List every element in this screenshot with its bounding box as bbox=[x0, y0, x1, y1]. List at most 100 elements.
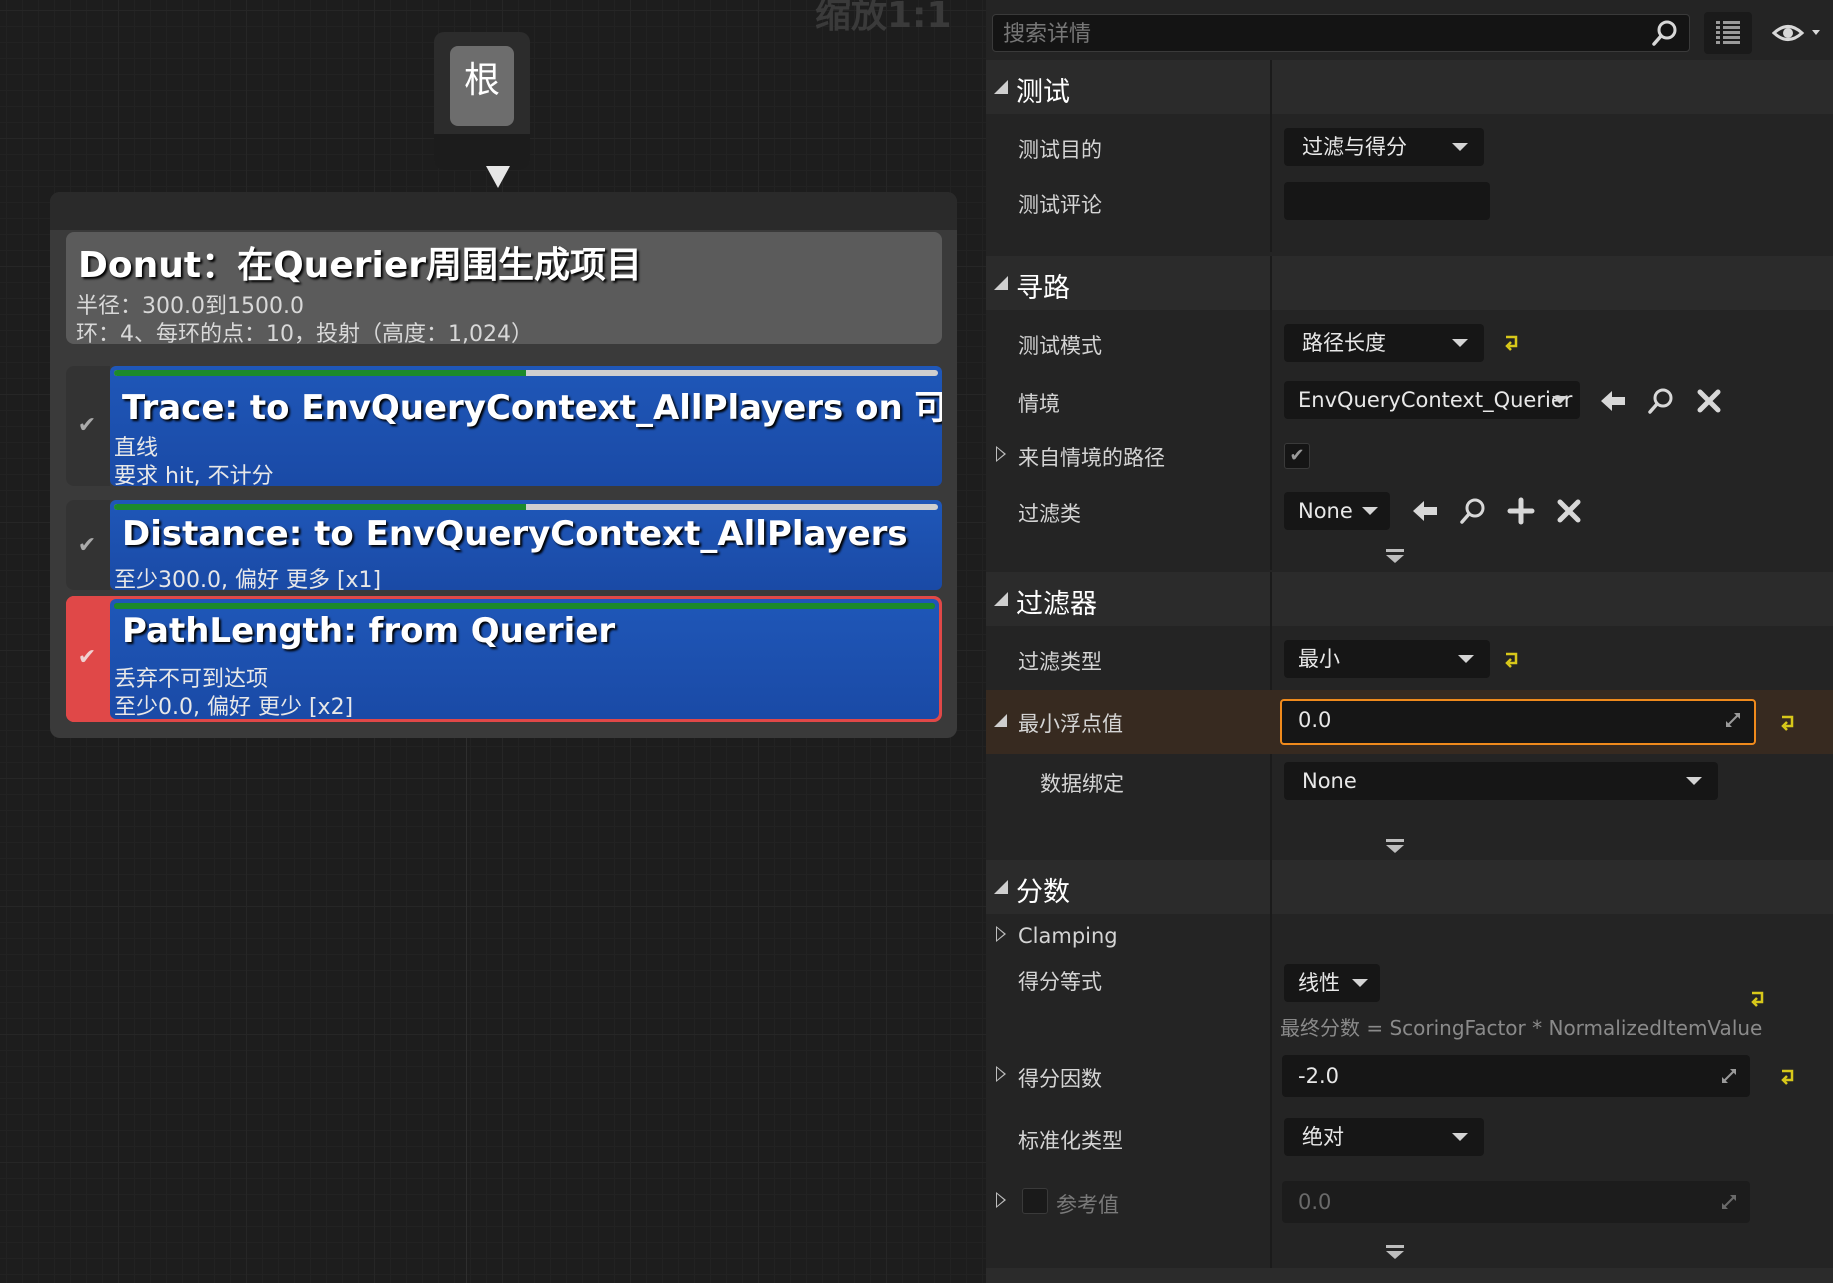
search-icon[interactable] bbox=[1651, 19, 1679, 47]
advanced-expand-icon[interactable] bbox=[1384, 1244, 1406, 1260]
normalization-type-combo[interactable]: 绝对 bbox=[1284, 1118, 1484, 1156]
chevron-down-icon bbox=[1362, 507, 1378, 515]
reference-value-input[interactable]: 0.0 bbox=[1282, 1181, 1750, 1223]
scoring-formula: 最终分数 = ScoringFactor * NormalizedItemVal… bbox=[1280, 1016, 1763, 1040]
view-options-button[interactable] bbox=[1704, 12, 1752, 54]
test-distance[interactable]: ✔ Distance: to EnvQueryContext_AllPlayer… bbox=[66, 500, 942, 590]
row-filter-type: 过滤类型 最小 bbox=[986, 634, 1833, 684]
expand-icon[interactable] bbox=[996, 926, 1006, 942]
chevron-down-icon bbox=[1352, 979, 1368, 987]
row-data-binding: 数据绑定 None bbox=[986, 756, 1833, 806]
expand-icon[interactable] bbox=[996, 1192, 1006, 1208]
row-label: 过滤类型 bbox=[1018, 650, 1102, 674]
search-bar[interactable] bbox=[992, 14, 1690, 53]
filter-type-combo[interactable]: 最小 bbox=[1284, 640, 1490, 678]
path-from-context-checkbox[interactable]: ✔ bbox=[1284, 443, 1310, 469]
generator-header[interactable]: Donut：在Querier周围生成项目 半径：300.0到1500.0 环：4… bbox=[66, 232, 942, 347]
browse-search-icon[interactable] bbox=[1646, 386, 1676, 416]
section-score[interactable]: 分数 bbox=[986, 860, 1833, 914]
section-pathfinding[interactable]: 寻路 bbox=[986, 256, 1833, 310]
test-title: PathLength: from Querier bbox=[122, 611, 616, 651]
details-panel: 测试 测试目的 过滤与得分 测试评论 寻路 测试模式 路径长度 情境 EnvQu… bbox=[986, 0, 1833, 1283]
clear-icon[interactable] bbox=[1694, 386, 1724, 416]
test-pathlength[interactable]: ✔ PathLength: from Querier 丢弃不可到达项 至少0.0… bbox=[66, 596, 942, 722]
advanced-expand-icon[interactable] bbox=[1384, 548, 1406, 564]
test-title: Trace: to EnvQueryContext_AllPlayers on … bbox=[122, 388, 942, 428]
expand-icon[interactable] bbox=[996, 1066, 1006, 1082]
combo-value: 最小 bbox=[1298, 647, 1340, 671]
input-value: 0.0 bbox=[1298, 1190, 1332, 1214]
advanced-expand-icon[interactable] bbox=[1384, 838, 1406, 854]
root-output-pin-area[interactable] bbox=[434, 134, 530, 170]
context-combo[interactable]: EnvQueryContext_Querier bbox=[1284, 381, 1580, 419]
reset-to-default-icon[interactable] bbox=[1748, 988, 1768, 1008]
row-label: 最小浮点值 bbox=[1018, 712, 1123, 736]
root-node[interactable]: 根 bbox=[434, 32, 530, 170]
row-path-from-context: 来自情境的路径 ✔ bbox=[986, 432, 1833, 478]
check-icon: ✔ bbox=[77, 413, 97, 438]
row-test-mode: 测试模式 路径长度 bbox=[986, 318, 1833, 368]
filter-class-combo[interactable]: None bbox=[1284, 492, 1390, 530]
test-body[interactable]: Trace: to EnvQueryContext_AllPlayers on … bbox=[110, 366, 942, 486]
row-test-purpose: 测试目的 过滤与得分 bbox=[986, 122, 1833, 172]
search-input[interactable] bbox=[1001, 15, 1605, 53]
row-clamping: Clamping bbox=[986, 918, 1833, 958]
score-bar-fill bbox=[114, 603, 935, 609]
list-icon bbox=[1716, 21, 1740, 44]
collapse-icon[interactable] bbox=[994, 714, 1007, 727]
collapse-icon bbox=[994, 276, 1008, 290]
combo-value: 线性 bbox=[1298, 971, 1340, 995]
chevron-down-icon bbox=[1458, 655, 1474, 663]
test-comment-input[interactable] bbox=[1284, 182, 1490, 220]
test-enable-toggle[interactable]: ✔ bbox=[66, 596, 110, 722]
expand-field-icon[interactable] bbox=[1720, 1067, 1738, 1085]
row-label: 来自情境的路径 bbox=[1018, 446, 1165, 470]
chevron-down-icon bbox=[1452, 1133, 1468, 1141]
reference-value-checkbox[interactable] bbox=[1022, 1188, 1048, 1214]
row-reference-value: 参考值 0.0 bbox=[986, 1176, 1833, 1228]
reset-to-default-icon[interactable] bbox=[1502, 332, 1522, 352]
reset-to-default-icon[interactable] bbox=[1778, 1066, 1798, 1086]
section-test[interactable]: 测试 bbox=[986, 60, 1833, 114]
min-float-input[interactable]: 0.0 bbox=[1280, 699, 1756, 745]
row-label: 测试评论 bbox=[1018, 193, 1102, 217]
test-trace[interactable]: ✔ Trace: to EnvQueryContext_AllPlayers o… bbox=[66, 366, 942, 486]
test-mode-combo[interactable]: 路径长度 bbox=[1284, 324, 1484, 362]
expand-icon[interactable] bbox=[996, 446, 1006, 462]
section-title: 测试 bbox=[1016, 77, 1070, 108]
combo-value: 路径长度 bbox=[1302, 331, 1386, 355]
section-filter[interactable]: 过滤器 bbox=[986, 572, 1833, 626]
arrow-left-icon[interactable] bbox=[1410, 496, 1440, 526]
input-value: -2.0 bbox=[1298, 1064, 1339, 1088]
test-title: Distance: to EnvQueryContext_AllPlayers bbox=[122, 514, 908, 554]
scoring-factor-input[interactable]: -2.0 bbox=[1282, 1055, 1750, 1097]
combo-value: EnvQueryContext_Querier bbox=[1298, 388, 1573, 412]
graph-editor[interactable]: 缩放1:1 根 Donut：在Querier周围生成项目 半径：300.0到15… bbox=[0, 0, 986, 1283]
clear-icon[interactable] bbox=[1554, 496, 1584, 526]
data-binding-combo[interactable]: None bbox=[1284, 762, 1718, 800]
generator-title: Donut：在Querier周围生成项目 bbox=[78, 245, 642, 286]
row-label: 得分因数 bbox=[1018, 1067, 1102, 1091]
test-enable-toggle[interactable]: ✔ bbox=[66, 500, 110, 590]
generator-node[interactable]: Donut：在Querier周围生成项目 半径：300.0到1500.0 环：4… bbox=[50, 192, 957, 738]
section-next[interactable] bbox=[986, 1268, 1833, 1283]
row-min-float: 最小浮点值 0.0 bbox=[986, 690, 1833, 754]
test-body[interactable]: PathLength: from Querier 丢弃不可到达项 至少0.0, … bbox=[110, 599, 939, 719]
test-purpose-combo[interactable]: 过滤与得分 bbox=[1284, 128, 1484, 166]
scoring-equation-combo[interactable]: 线性 bbox=[1284, 964, 1380, 1002]
test-enable-toggle[interactable]: ✔ bbox=[66, 366, 110, 486]
section-title: 分数 bbox=[1016, 877, 1070, 908]
combo-value: 过滤与得分 bbox=[1302, 135, 1407, 159]
score-bar bbox=[114, 370, 938, 376]
arrow-left-icon[interactable] bbox=[1598, 386, 1628, 416]
generator-input-pin-area[interactable] bbox=[50, 192, 957, 230]
browse-search-icon[interactable] bbox=[1458, 496, 1488, 526]
expand-field-icon[interactable] bbox=[1724, 711, 1742, 729]
root-output-pin[interactable] bbox=[486, 166, 510, 188]
section-title: 过滤器 bbox=[1016, 589, 1097, 620]
eye-icon[interactable] bbox=[1772, 16, 1828, 50]
reset-to-default-icon[interactable] bbox=[1502, 649, 1522, 669]
reset-to-default-icon[interactable] bbox=[1778, 712, 1798, 732]
add-icon[interactable] bbox=[1506, 496, 1536, 526]
test-body[interactable]: Distance: to EnvQueryContext_AllPlayers … bbox=[110, 500, 942, 590]
